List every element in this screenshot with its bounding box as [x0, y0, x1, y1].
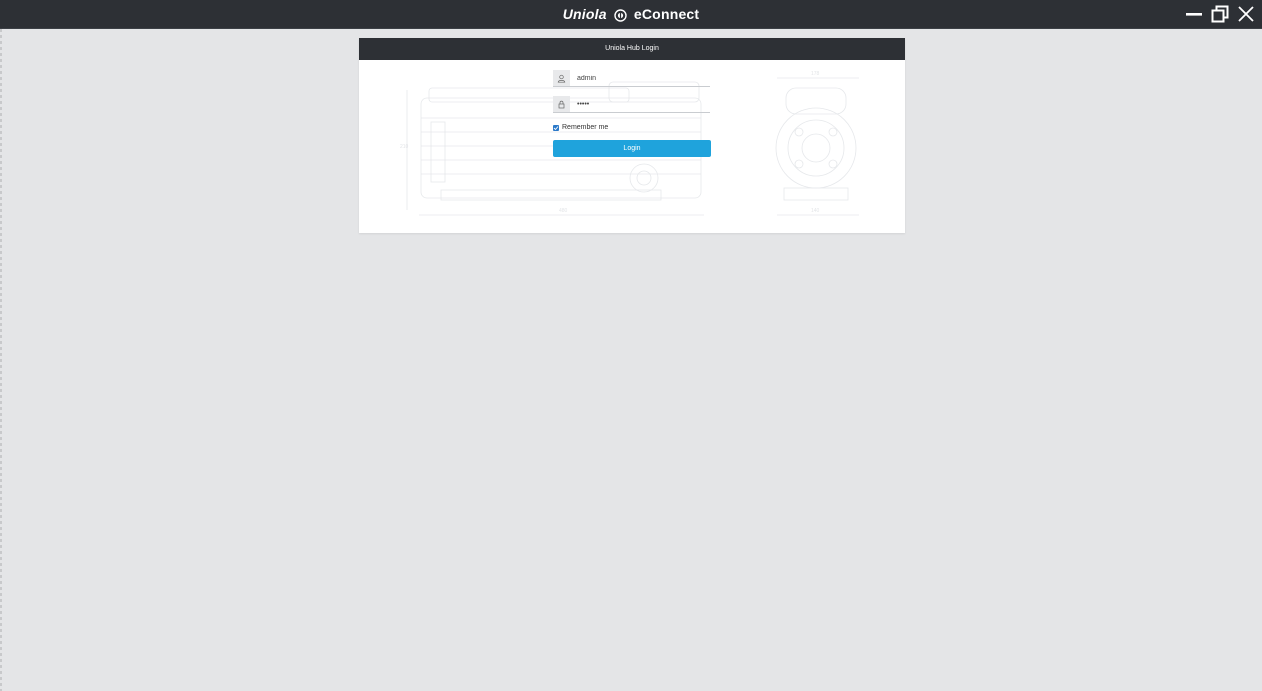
drawing-label-side-height: 210: [400, 144, 409, 150]
restore-button[interactable]: [1210, 4, 1230, 24]
login-title: Uniola Hub Login: [359, 38, 905, 60]
password-field: [553, 96, 710, 113]
remember-me-label: Remember me: [562, 124, 609, 131]
window-left-edge: [0, 29, 2, 691]
password-input[interactable]: [577, 100, 697, 108]
username-field: [553, 70, 710, 87]
login-panel: Uniola Hub Login 480 210 178 140 admin •…: [359, 38, 905, 233]
restore-icon: [1211, 5, 1229, 23]
login-body: 480 210 178 140 admin ••••• Remember me …: [359, 60, 905, 233]
app-titlebar: Uniola eConnect: [0, 0, 1262, 29]
lock-icon: [553, 96, 570, 112]
username-input[interactable]: [577, 74, 697, 82]
remember-me[interactable]: Remember me: [553, 124, 608, 131]
brand-name: Uniola: [562, 6, 607, 22]
remember-me-checkbox[interactable]: [553, 124, 559, 131]
product-name: eConnect: [633, 6, 700, 22]
minimize-button[interactable]: [1184, 4, 1204, 24]
brand-logo-icon: [614, 8, 627, 26]
user-icon: [553, 70, 570, 86]
close-icon: [1238, 6, 1254, 22]
checkmark-icon: [553, 125, 559, 130]
drawing-label-front-top: 178: [811, 71, 820, 77]
drawing-label-front-bottom: 140: [811, 208, 820, 214]
window-controls: [1184, 4, 1256, 24]
app-brand: Uniola eConnect: [0, 5, 1262, 26]
login-button[interactable]: Login: [553, 140, 711, 157]
close-button[interactable]: [1236, 4, 1256, 24]
minimize-icon: [1186, 13, 1202, 16]
drawing-label-side-width: 480: [559, 208, 568, 214]
